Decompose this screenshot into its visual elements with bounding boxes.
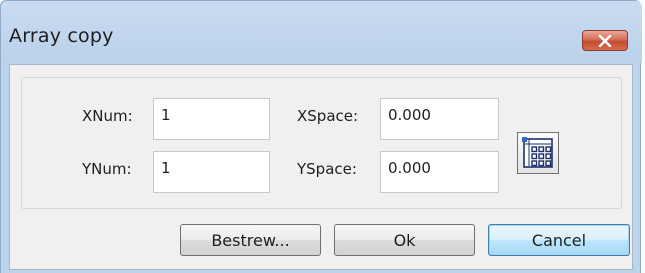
yspace-label: YSpace: xyxy=(297,160,357,178)
close-icon xyxy=(598,34,612,47)
ok-button[interactable]: Ok xyxy=(334,224,475,256)
yspace-input[interactable]: 0.000 xyxy=(380,151,499,193)
ynum-input[interactable]: 1 xyxy=(153,151,270,193)
close-button[interactable] xyxy=(582,30,628,51)
xspace-input[interactable]: 0.000 xyxy=(380,98,499,140)
xnum-label: XNum: xyxy=(82,107,133,125)
xspace-label: XSpace: xyxy=(297,107,359,125)
title-bar[interactable]: Array copy xyxy=(1,1,642,63)
array-grid-icon xyxy=(522,137,553,168)
array-copy-dialog: Array copy XNum: 1 YNum: 1 XSpace: 0.000… xyxy=(0,0,642,273)
window-title: Array copy xyxy=(9,25,114,47)
cancel-button[interactable]: Cancel xyxy=(488,224,630,256)
ynum-label: YNum: xyxy=(82,160,132,178)
array-grid-button[interactable] xyxy=(517,132,559,174)
xnum-input[interactable]: 1 xyxy=(153,98,270,140)
bestrew-button[interactable]: Bestrew... xyxy=(180,224,321,256)
